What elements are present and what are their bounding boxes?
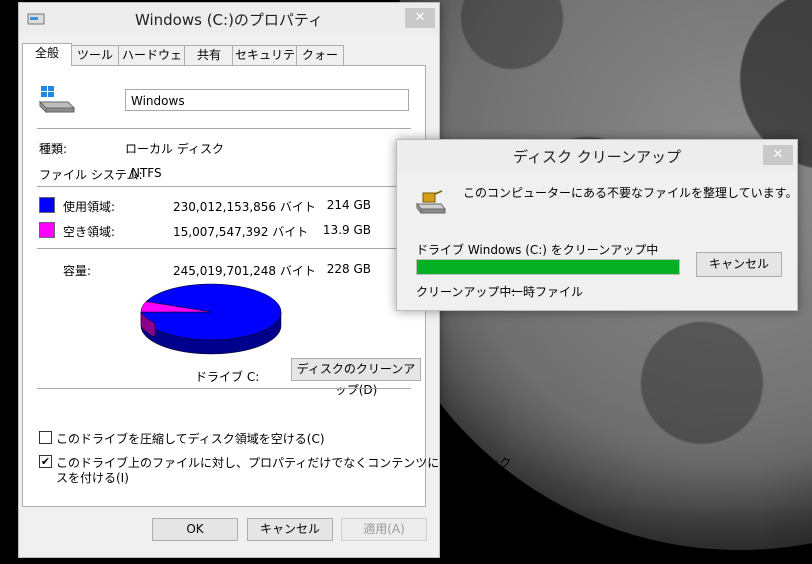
hard-drive-icon <box>38 86 76 114</box>
disk-cleanup-button[interactable]: ディスクのクリーンアップ(D) <box>291 358 421 397</box>
cleanup-titlebar[interactable]: ディスク クリーンアップ ✕ <box>397 140 797 170</box>
cleanup-status-label: クリーンアップ中: <box>416 285 516 299</box>
used-space-bytes: 230,012,153,856 バイト <box>173 200 316 214</box>
type-value: ローカル ディスク <box>125 142 224 156</box>
divider <box>37 248 411 249</box>
drive-letter-label: ドライブ C: <box>195 370 260 384</box>
apply-button[interactable]: 適用(A) <box>341 518 427 541</box>
tab-security[interactable]: セキュリティ <box>232 45 298 81</box>
disk-cleanup-window: ディスク クリーンアップ ✕ このコンピューターにある不要なファイルを整理してい… <box>396 139 798 311</box>
close-icon: ✕ <box>772 147 784 162</box>
properties-close-button[interactable]: ✕ <box>405 8 435 28</box>
ok-button[interactable]: OK <box>152 518 238 541</box>
cleanup-status-value: 一時ファイル <box>511 285 584 299</box>
used-space-swatch <box>39 197 55 213</box>
disk-usage-pie-chart <box>140 283 282 355</box>
properties-window: Windows (C:)のプロパティ ✕ 全般 ツール ハードウェア 共有 セキ… <box>18 2 511 558</box>
disk-cleanup-icon <box>415 190 447 215</box>
cleanup-progress-label: ドライブ Windows (C:) をクリーンアップ中 <box>416 243 659 257</box>
progress-fill <box>417 260 679 274</box>
capacity-bytes: 245,019,701,248 バイト <box>173 264 316 278</box>
properties-titlebar[interactable]: Windows (C:)のプロパティ ✕ <box>19 3 439 33</box>
tab-tools[interactable]: ツール <box>70 45 120 65</box>
cleanup-close-button[interactable]: ✕ <box>763 145 793 165</box>
used-space-size: 214 GB <box>326 198 371 212</box>
free-space-size: 13.9 GB <box>322 223 371 237</box>
tab-general[interactable]: 全般 <box>22 43 72 66</box>
compress-checkbox[interactable] <box>39 431 52 444</box>
used-space-label: 使用領域: <box>63 200 116 214</box>
filesystem-label: ファイル システム: <box>39 168 143 182</box>
general-tab-panel: Windows 種類: ローカル ディスク ファイル システム: NTFS 使用… <box>22 65 511 507</box>
free-space-label: 空き領域: <box>63 225 116 239</box>
cancel-button[interactable]: キャンセル <box>247 518 333 541</box>
divider <box>37 388 411 389</box>
tab-quota[interactable]: クォータ <box>296 45 344 81</box>
tab-sharing[interactable]: 共有 <box>184 45 234 65</box>
tab-hardware[interactable]: ハードウェア <box>118 45 186 81</box>
cleanup-message: このコンピューターにある不要なファイルを整理しています。 <box>463 186 798 200</box>
compress-label[interactable]: このドライブを圧縮してディスク領域を空ける(C) <box>56 430 325 447</box>
close-icon: ✕ <box>414 10 426 25</box>
free-space-bytes: 15,007,547,392 バイト <box>173 225 309 239</box>
index-label-line2[interactable]: スを付ける(I) <box>56 469 129 486</box>
divider <box>37 186 411 187</box>
cleanup-title: ディスク クリーンアップ <box>513 148 681 166</box>
capacity-size: 228 GB <box>326 262 371 276</box>
divider <box>37 128 411 129</box>
filesystem-value: NTFS <box>131 166 162 180</box>
properties-title: Windows (C:)のプロパティ <box>134 11 324 29</box>
cleanup-progress-bar <box>416 259 680 275</box>
index-checkbox[interactable]: ✔ <box>39 455 52 468</box>
capacity-label: 容量: <box>63 264 92 278</box>
free-space-swatch <box>39 222 55 238</box>
checkmark-icon: ✔ <box>40 455 51 468</box>
drive-name-input[interactable]: Windows <box>125 89 409 111</box>
type-label: 種類: <box>39 142 68 156</box>
cleanup-cancel-button[interactable]: キャンセル <box>696 252 782 277</box>
